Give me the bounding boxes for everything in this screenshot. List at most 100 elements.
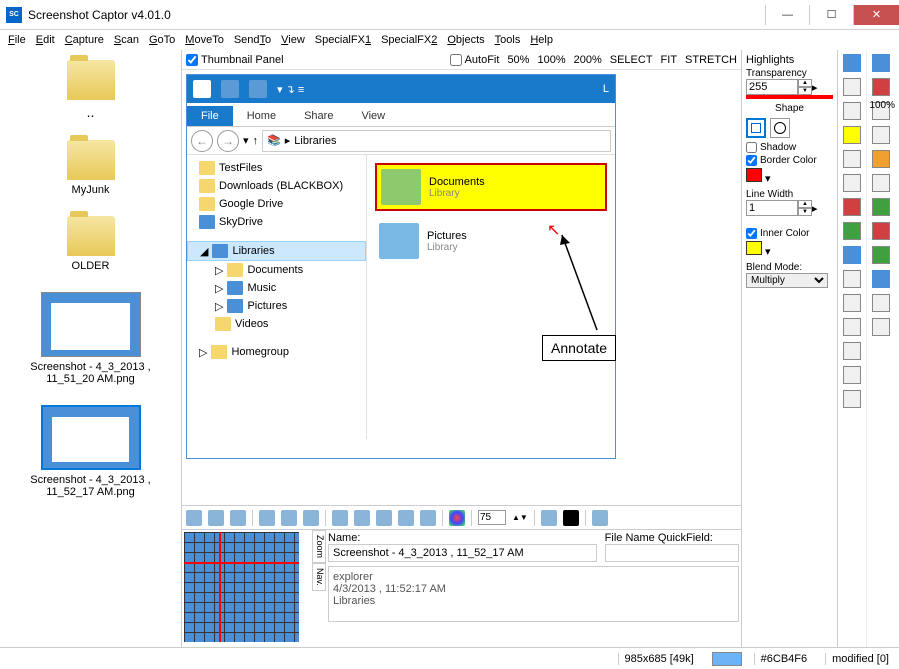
- palette-icon[interactable]: [872, 78, 890, 96]
- blend-mode-select[interactable]: Multiply: [746, 273, 828, 288]
- nav-back-button[interactable]: ←: [191, 130, 213, 152]
- palette-icon[interactable]: [872, 126, 890, 144]
- tree-downloads[interactable]: Downloads (BLACKBOX): [187, 177, 366, 195]
- tool-icon[interactable]: [303, 510, 319, 526]
- address-bar[interactable]: 📚 ▸ Libraries: [262, 130, 611, 152]
- line-width-spinner[interactable]: ▲▼: [798, 200, 812, 216]
- maximize-button[interactable]: ☐: [809, 5, 853, 25]
- tool-icon[interactable]: [332, 510, 348, 526]
- menu-file[interactable]: File: [4, 32, 30, 48]
- palette-icon[interactable]: [872, 318, 890, 336]
- inner-color-checkbox[interactable]: Inner Color: [746, 228, 833, 239]
- palette-icon[interactable]: [843, 342, 861, 360]
- palette-icon[interactable]: [843, 318, 861, 336]
- tool-icon[interactable]: [449, 510, 465, 526]
- palette-icon[interactable]: [872, 294, 890, 312]
- palette-icon[interactable]: [843, 126, 861, 144]
- thumb-screenshot-1[interactable]: Screenshot - 4_3_2013 , 11_51_20 AM.png: [2, 284, 179, 397]
- ribbon-tab-home[interactable]: Home: [233, 106, 290, 126]
- thumb-folder-myjunk[interactable]: MyJunk: [2, 132, 179, 208]
- tree-gdrive[interactable]: Google Drive: [187, 195, 366, 213]
- zoom-100[interactable]: 100%: [537, 54, 565, 66]
- palette-icon[interactable]: [872, 222, 890, 240]
- menu-objects[interactable]: Objects: [443, 32, 488, 48]
- palette-icon[interactable]: [872, 174, 890, 192]
- menu-sendto[interactable]: SendTo: [230, 32, 275, 48]
- palette-icon[interactable]: [872, 246, 890, 264]
- tool-spinner[interactable]: [478, 510, 506, 525]
- tree-testfiles[interactable]: TestFiles: [187, 159, 366, 177]
- canvas[interactable]: ▾ ↴ ≡ L File Home Share View ← → ▾ ↑ 📚: [182, 70, 741, 505]
- menu-specialfx1[interactable]: SpecialFX1: [311, 32, 375, 48]
- border-color-checkbox[interactable]: Border Color: [746, 155, 833, 166]
- shadow-checkbox[interactable]: Shadow: [746, 142, 833, 153]
- nav-tab[interactable]: Nav.: [312, 563, 326, 591]
- line-width-input[interactable]: [746, 200, 798, 216]
- palette-icon[interactable]: [843, 270, 861, 288]
- name-input[interactable]: [328, 544, 597, 562]
- quickfield-input[interactable]: [605, 544, 739, 562]
- ribbon-tab-share[interactable]: Share: [290, 106, 347, 126]
- nav-forward-button[interactable]: →: [217, 130, 239, 152]
- menu-scan[interactable]: Scan: [110, 32, 143, 48]
- library-pictures[interactable]: PicturesLibrary: [375, 219, 607, 263]
- tool-icon[interactable]: [281, 510, 297, 526]
- menu-edit[interactable]: Edit: [32, 32, 59, 48]
- tool-icon[interactable]: [208, 510, 224, 526]
- tree-homegroup[interactable]: ▷Homegroup: [187, 343, 366, 361]
- mode-select[interactable]: SELECT: [610, 54, 653, 66]
- tool-icon[interactable]: [186, 510, 202, 526]
- palette-icon[interactable]: [843, 390, 861, 408]
- tool-icon[interactable]: [230, 510, 246, 526]
- autofit-checkbox[interactable]: AutoFit: [450, 54, 500, 66]
- palette-icon[interactable]: [843, 246, 861, 264]
- transparency-spinner[interactable]: ▲▼: [798, 79, 812, 95]
- palette-icon[interactable]: [843, 102, 861, 120]
- palette-icon[interactable]: [843, 54, 861, 72]
- nav-dropdown-icon[interactable]: ▾: [243, 134, 249, 147]
- tool-icon[interactable]: [592, 510, 608, 526]
- tree-libraries[interactable]: ◢Libraries: [187, 241, 366, 261]
- tree-skydrive[interactable]: SkyDrive: [187, 213, 366, 231]
- zoom-tab[interactable]: Zoom: [312, 530, 326, 563]
- palette-icon[interactable]: [872, 54, 890, 72]
- thumb-folder-older[interactable]: OLDER: [2, 208, 179, 284]
- thumb-screenshot-2[interactable]: Screenshot - 4_3_2013 , 11_52_17 AM.png: [2, 397, 179, 510]
- minimize-button[interactable]: —: [765, 5, 809, 25]
- palette-icon[interactable]: [872, 150, 890, 168]
- palette-icon[interactable]: [843, 174, 861, 192]
- tree-pictures[interactable]: ▷Pictures: [187, 297, 366, 315]
- menu-help[interactable]: Help: [526, 32, 557, 48]
- palette-icon[interactable]: [843, 294, 861, 312]
- close-button[interactable]: ✕: [853, 5, 899, 25]
- thumb-parent[interactable]: ..: [2, 52, 179, 132]
- palette-icon[interactable]: [872, 270, 890, 288]
- tool-icon[interactable]: [376, 510, 392, 526]
- mode-fit[interactable]: FIT: [661, 54, 678, 66]
- border-color-swatch[interactable]: [746, 168, 762, 182]
- menu-moveto[interactable]: MoveTo: [181, 32, 228, 48]
- tree-music[interactable]: ▷Music: [187, 279, 366, 297]
- library-documents[interactable]: DocumentsLibrary: [375, 163, 607, 211]
- zoom-200[interactable]: 200%: [574, 54, 602, 66]
- tool-icon[interactable]: [259, 510, 275, 526]
- mode-stretch[interactable]: STRETCH: [685, 54, 737, 66]
- tree-videos[interactable]: Videos: [187, 315, 366, 333]
- zoom-50[interactable]: 50%: [507, 54, 529, 66]
- tool-icon[interactable]: [420, 510, 436, 526]
- tool-icon[interactable]: [541, 510, 557, 526]
- ribbon-tab-file[interactable]: File: [187, 106, 233, 126]
- inner-color-swatch[interactable]: [746, 241, 762, 255]
- menu-tools[interactable]: Tools: [491, 32, 525, 48]
- nav-up-button[interactable]: ↑: [253, 135, 259, 147]
- menu-goto[interactable]: GoTo: [145, 32, 179, 48]
- menu-specialfx2[interactable]: SpecialFX2: [377, 32, 441, 48]
- palette-icon[interactable]: [843, 198, 861, 216]
- palette-icon[interactable]: [843, 366, 861, 384]
- tool-icon[interactable]: [563, 510, 579, 526]
- tool-icon[interactable]: [354, 510, 370, 526]
- palette-icon[interactable]: [872, 198, 890, 216]
- palette-icon[interactable]: [843, 150, 861, 168]
- menu-capture[interactable]: Capture: [61, 32, 108, 48]
- palette-icon[interactable]: [843, 78, 861, 96]
